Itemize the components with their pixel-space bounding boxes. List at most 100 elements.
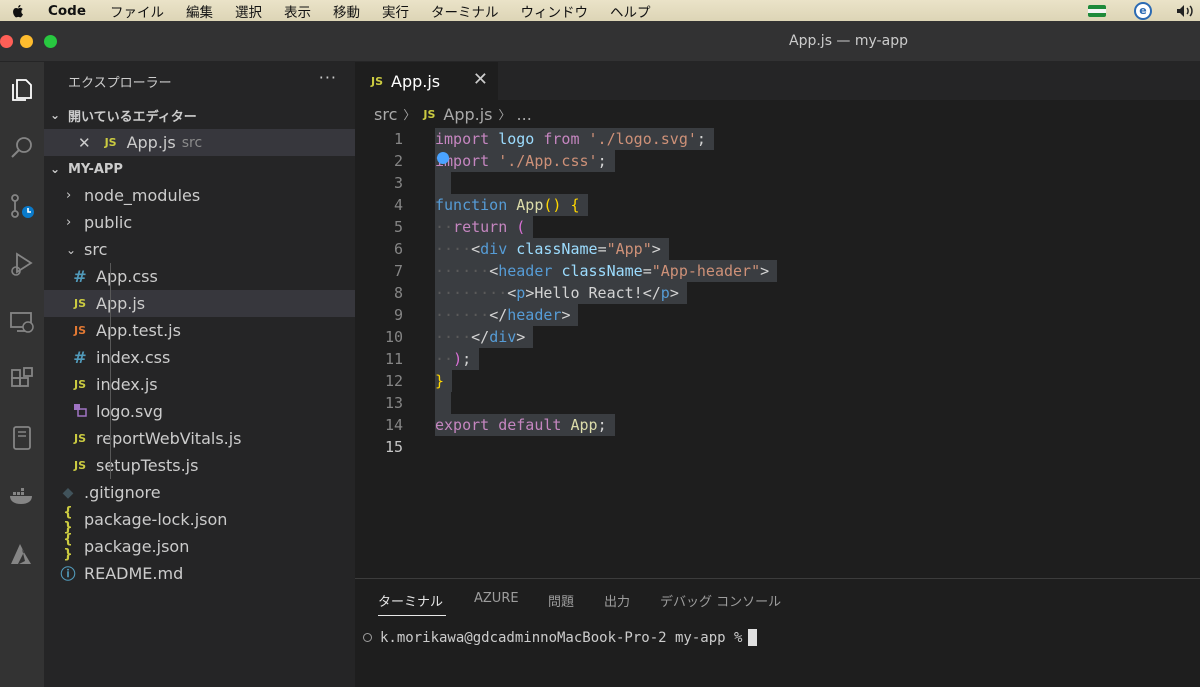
- more-actions-icon[interactable]: ···: [319, 68, 337, 87]
- svg-file-icon: [70, 402, 90, 421]
- tree-item-src[interactable]: ⌄ src: [44, 236, 355, 263]
- tree-item-package-lock[interactable]: { } package-lock.json: [44, 505, 355, 535]
- line-number: 15: [384, 438, 403, 456]
- tree-item-label: reportWebVitals.js: [96, 429, 242, 448]
- extensions-icon[interactable]: [0, 360, 44, 400]
- menu-window[interactable]: ウィンドウ: [521, 1, 589, 21]
- close-icon[interactable]: ✕: [78, 134, 91, 152]
- line-number: 4: [393, 196, 403, 214]
- code-editor[interactable]: 1 import logo from './logo.svg'; 2 impor…: [355, 128, 1200, 578]
- docker-icon[interactable]: [0, 476, 44, 516]
- tree-item-public[interactable]: › public: [44, 209, 355, 236]
- line-number: 10: [384, 328, 403, 346]
- mouse-pointer-icon: [437, 152, 449, 164]
- indent-guide: [110, 398, 111, 425]
- open-editor-folder: src: [181, 134, 203, 151]
- indent-guide: [110, 425, 111, 452]
- chevron-down-icon: ⌄: [66, 242, 77, 257]
- e-badge-icon[interactable]: e: [1134, 1, 1152, 20]
- indent-guide: [110, 290, 111, 317]
- tree-item-package-json[interactable]: { } package.json: [44, 532, 355, 562]
- tree-item-app-js[interactable]: JS App.js: [44, 290, 355, 317]
- css-file-icon: #: [73, 348, 87, 367]
- azure-icon[interactable]: [0, 534, 44, 574]
- menu-help[interactable]: ヘルプ: [610, 1, 651, 21]
- menu-view[interactable]: 表示: [284, 1, 311, 21]
- tree-item-label: index.js: [96, 375, 158, 394]
- menu-edit[interactable]: 編集: [186, 1, 213, 21]
- code-line: 3: [355, 172, 1200, 194]
- notebook-icon[interactable]: [0, 418, 44, 458]
- tree-item-report-web-vitals[interactable]: JS reportWebVitals.js: [44, 425, 355, 452]
- tab-app-js[interactable]: JS App.js ✕: [355, 62, 498, 100]
- chevron-right-icon: ›: [66, 188, 72, 203]
- breadcrumb: src 〉 JS App.js 〉 ...: [374, 105, 532, 124]
- bottom-panel: ターミナル AZURE 問題 出力 デバッグ コンソール k.morikawa@…: [355, 578, 1200, 687]
- line-number: 3: [393, 174, 403, 192]
- run-debug-icon[interactable]: [0, 244, 44, 284]
- tree-item-index-css[interactable]: # index.css: [44, 344, 355, 371]
- js-file-icon: JS: [370, 74, 383, 88]
- explorer-icon[interactable]: [0, 70, 44, 110]
- explorer-sidebar: エクスプローラー ··· ⌄ 開いているエディター ✕ JS App.js sr…: [44, 62, 355, 687]
- search-icon[interactable]: [0, 128, 44, 168]
- window-titlebar: App.js — my-app: [0, 21, 1200, 62]
- code-line: 1 import logo from './logo.svg';: [355, 128, 1200, 150]
- code-line: 15: [355, 436, 1200, 458]
- menubar-app-name[interactable]: Code: [48, 3, 86, 19]
- tree-item-gitignore[interactable]: ◆ .gitignore: [44, 479, 355, 506]
- tree-item-logo-svg[interactable]: logo.svg: [44, 398, 355, 425]
- tree-item-app-css[interactable]: # App.css: [44, 263, 355, 290]
- close-tab-icon[interactable]: ✕: [473, 69, 488, 90]
- line-number: 7: [393, 262, 403, 280]
- tab-azure[interactable]: AZURE: [474, 591, 519, 606]
- open-editor-item[interactable]: ✕ JS App.js src: [44, 129, 355, 156]
- tree-item-label: App.js: [96, 294, 146, 313]
- menubar-tray: e: [1088, 0, 1200, 21]
- menu-terminal[interactable]: ターミナル: [431, 1, 499, 21]
- open-editors-header[interactable]: ⌄ 開いているエディター: [44, 102, 355, 128]
- window-title: App.js — my-app: [789, 33, 908, 49]
- tree-item-setup-tests[interactable]: JS setupTests.js: [44, 452, 355, 479]
- menu-selection[interactable]: 選択: [235, 1, 262, 21]
- code-line: 9 ······</header>: [355, 304, 1200, 326]
- project-header[interactable]: ⌄ MY-APP: [44, 156, 355, 182]
- terminal-prompt: k.morikawa@gdcadminnoMacBook-Pro-2 my-ap…: [380, 629, 743, 646]
- js-file-icon: JS: [73, 297, 86, 310]
- zoom-window-button[interactable]: [44, 35, 57, 48]
- minimize-window-button[interactable]: [20, 35, 33, 48]
- tree-item-node-modules[interactable]: › node_modules: [44, 182, 355, 209]
- js-file-icon: JS: [104, 136, 117, 149]
- source-control-icon[interactable]: [0, 186, 44, 226]
- open-editors-label: 開いているエディター: [68, 109, 197, 125]
- line-number: 14: [384, 416, 403, 434]
- close-window-button[interactable]: [0, 35, 13, 48]
- js-file-icon: JS: [73, 378, 86, 391]
- tree-item-app-test-js[interactable]: JS App.test.js: [44, 317, 355, 344]
- active-tab-indicator: [378, 615, 446, 616]
- tree-item-index-js[interactable]: JS index.js: [44, 371, 355, 398]
- code-line: 13: [355, 392, 1200, 414]
- tab-terminal[interactable]: ターミナル: [378, 591, 443, 610]
- tab-problems[interactable]: 問題: [548, 591, 574, 610]
- indent-guide: [110, 344, 111, 371]
- code-line: 10 ····</div>: [355, 326, 1200, 348]
- remote-explorer-icon[interactable]: [0, 302, 44, 342]
- tab-output[interactable]: 出力: [604, 591, 630, 610]
- breadcrumb-symbol[interactable]: ...: [517, 105, 532, 124]
- js-file-icon: JS: [423, 108, 436, 121]
- menu-run[interactable]: 実行: [382, 1, 409, 21]
- tab-debug-console[interactable]: デバッグ コンソール: [660, 591, 781, 610]
- menu-file[interactable]: ファイル: [110, 1, 164, 21]
- menu-go[interactable]: 移動: [333, 1, 360, 21]
- terminal-line[interactable]: k.morikawa@gdcadminnoMacBook-Pro-2 my-ap…: [363, 629, 758, 646]
- tree-item-readme[interactable]: ⓘ README.md: [44, 560, 355, 587]
- tree-item-label: package-lock.json: [84, 510, 228, 529]
- volume-icon[interactable]: [1176, 4, 1196, 18]
- breadcrumb-file[interactable]: App.js: [443, 105, 492, 124]
- project-label: MY-APP: [68, 161, 123, 177]
- code-line: 6 ····<div className="App">: [355, 238, 1200, 260]
- input-source-flag-icon[interactable]: [1088, 4, 1106, 17]
- breadcrumb-src[interactable]: src: [374, 105, 397, 124]
- apple-icon[interactable]: [10, 3, 24, 19]
